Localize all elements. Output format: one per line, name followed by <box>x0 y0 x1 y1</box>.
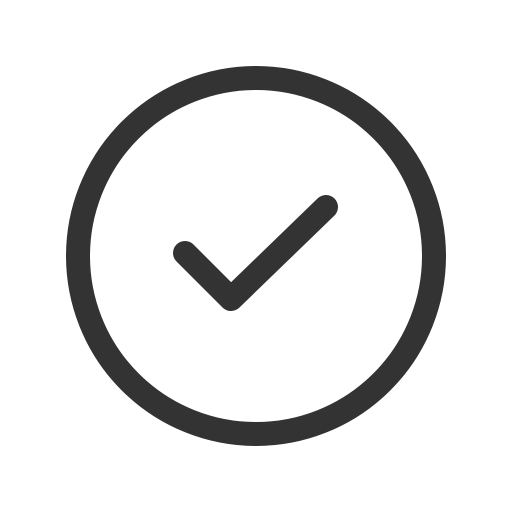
circle-outline <box>66 66 446 446</box>
check-circle-svg <box>66 66 446 446</box>
checkmark-stroke <box>173 195 338 311</box>
check-circle-icon <box>0 0 512 512</box>
icon-canvas <box>0 0 512 512</box>
